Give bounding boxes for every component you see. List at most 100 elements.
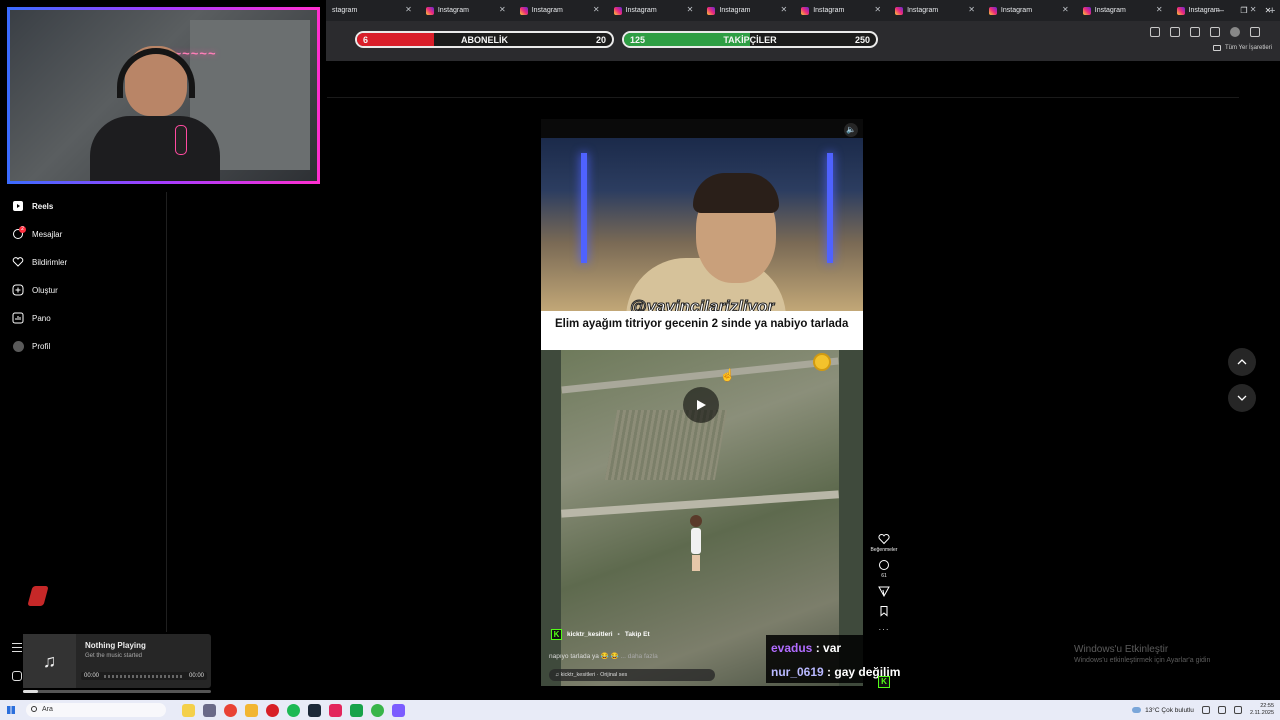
instagram-icon [519, 6, 528, 15]
bookmark-star-icon[interactable] [1170, 27, 1180, 37]
avatar-figure [689, 515, 703, 575]
all-bookmarks-button[interactable]: Tüm Yer İşaretleri [1212, 45, 1272, 51]
sidebar-item-profile[interactable]: Profil [0, 332, 166, 360]
browser-tab[interactable]: Instagram ✕ [795, 0, 889, 21]
opera-icon[interactable] [266, 703, 279, 717]
close-tab-icon[interactable]: ✕ [781, 5, 788, 14]
browser-tab[interactable]: Instagram ✕ [889, 0, 983, 21]
dashboard-icon [12, 312, 24, 324]
app-icon[interactable] [329, 703, 342, 717]
file-explorer-icon[interactable] [245, 703, 258, 717]
coin-icon [813, 353, 831, 371]
close-window-icon[interactable]: ✕ [1256, 0, 1280, 21]
extension-icons [1150, 27, 1260, 37]
like-button[interactable]: Beğenmeler [866, 533, 902, 553]
close-tab-icon[interactable]: ✕ [593, 5, 600, 14]
stream-chat: evadus : var nur_0619 : gay değilim [766, 635, 918, 683]
play-icon [697, 400, 706, 410]
app-icon[interactable] [350, 703, 363, 717]
microphone [175, 125, 187, 155]
chrome-icon[interactable] [224, 703, 237, 717]
clock[interactable]: 22:55 2.11.2025 [1250, 703, 1274, 717]
comment-button[interactable]: 61 [866, 559, 902, 579]
taskbar-search[interactable]: Ara [26, 703, 166, 717]
start-button[interactable] [0, 700, 22, 720]
copilot-icon[interactable] [182, 703, 195, 717]
follow-button[interactable]: Takip Et [625, 631, 650, 638]
close-tab-icon[interactable]: ✕ [499, 5, 506, 14]
share-button[interactable] [866, 585, 902, 599]
browser-tab[interactable]: stagram ✕ [326, 0, 420, 21]
save-button[interactable] [866, 605, 902, 619]
reel-audio[interactable]: ♫ kicktr_kesitleri · Orijinal ses [549, 669, 715, 681]
author-name[interactable]: kicktr_kesitleri [567, 631, 613, 638]
bookmark-icon [880, 606, 888, 617]
instagram-icon [1082, 6, 1091, 15]
streamer [90, 46, 220, 181]
sidebar-item-messages[interactable]: 2 Mesajlar [0, 220, 166, 248]
browser-tab[interactable]: Instagram ✕ [983, 0, 1077, 21]
sidebar-nav: Reels 2 Mesajlar Bildirimler Oluştur Pan… [0, 192, 167, 632]
next-reel-button[interactable] [1228, 384, 1256, 412]
instagram-icon [988, 6, 997, 15]
browser-tab[interactable]: Instagram ✕ [608, 0, 702, 21]
close-tab-icon[interactable]: ✕ [874, 5, 881, 14]
cloud-icon [1132, 707, 1142, 713]
minimize-icon[interactable]: — [1208, 0, 1232, 21]
follower-goal-label: TAKİPÇİLER [723, 35, 777, 45]
close-tab-icon[interactable]: ✕ [1062, 5, 1069, 14]
sidepanel-icon[interactable] [1210, 27, 1220, 37]
close-tab-icon[interactable]: ✕ [968, 5, 975, 14]
profile-icon[interactable] [1230, 27, 1240, 37]
previous-reel-button[interactable] [1228, 348, 1256, 376]
browser-tab[interactable]: Instagram ✕ [420, 0, 514, 21]
weather-widget[interactable]: 13°C Çok bulutlu [1132, 707, 1194, 714]
task-view-icon[interactable] [203, 703, 216, 717]
app-icon[interactable] [371, 703, 384, 717]
network-icon[interactable] [1201, 706, 1210, 714]
music-title: Nothing Playing [85, 641, 146, 650]
browser-tab[interactable]: Instagram ✕ [514, 0, 608, 21]
window-controls: — ❐ ✕ [1208, 0, 1280, 21]
menu-icon[interactable] [1250, 27, 1260, 37]
sound-icon[interactable]: 🔈 [844, 123, 858, 137]
sidebar-item-create[interactable]: Oluştur [0, 276, 166, 304]
sidebar-item-reels[interactable]: Reels [0, 192, 166, 220]
browser-tab-bar: stagram ✕ Instagram ✕ Instagram ✕ Instagram… [326, 0, 1280, 21]
music-widget: ♫ Nothing Playing Get the music started … [23, 634, 211, 688]
instagram-icon [613, 6, 622, 15]
app-icon[interactable] [392, 703, 405, 717]
more-options-icon[interactable]: ··· [866, 625, 902, 634]
music-track-bar [23, 690, 211, 693]
volume-icon[interactable] [1217, 706, 1226, 714]
more-menu-icon[interactable] [12, 643, 22, 655]
more-link[interactable]: ... daha fazla [620, 653, 657, 660]
reel-streamer-clip [541, 138, 863, 318]
close-tab-icon[interactable]: ✕ [1156, 5, 1163, 14]
music-subtitle: Get the music started [85, 653, 143, 659]
music-progress: 00:00 00:00 [81, 672, 207, 680]
subscriber-goal-bar: 6 ABONELİK 20 [355, 31, 614, 48]
chat-message: nur_0619 : gay değilim [771, 665, 901, 679]
webcam-overlay: ~~~~~~ [7, 7, 320, 184]
sidebar-item-notifications[interactable]: Bildirimler [0, 248, 166, 276]
kick-badge-icon: K [878, 676, 890, 688]
instagram-icon [425, 6, 434, 15]
battery-icon[interactable] [1233, 706, 1242, 714]
heart-icon [878, 533, 890, 545]
play-button[interactable] [683, 387, 719, 423]
browser-tab[interactable]: Instagram ✕ [701, 0, 795, 21]
meta-icon[interactable] [12, 671, 22, 681]
chat-message: evadus : var [771, 641, 842, 655]
spotify-icon[interactable] [287, 703, 300, 717]
close-tab-icon[interactable]: ✕ [687, 5, 694, 14]
comment-icon [879, 560, 889, 570]
browser-tab[interactable]: Instagram ✕ [1077, 0, 1171, 21]
cast-icon[interactable] [1150, 27, 1160, 37]
maximize-icon[interactable]: ❐ [1232, 0, 1256, 21]
sidebar-item-dashboard[interactable]: Pano [0, 304, 166, 332]
extensions-icon[interactable] [1190, 27, 1200, 37]
close-tab-icon[interactable]: ✕ [405, 5, 412, 14]
reel-author: K kicktr_kesitleri • Takip Et [551, 629, 650, 640]
steam-icon[interactable] [308, 703, 321, 717]
